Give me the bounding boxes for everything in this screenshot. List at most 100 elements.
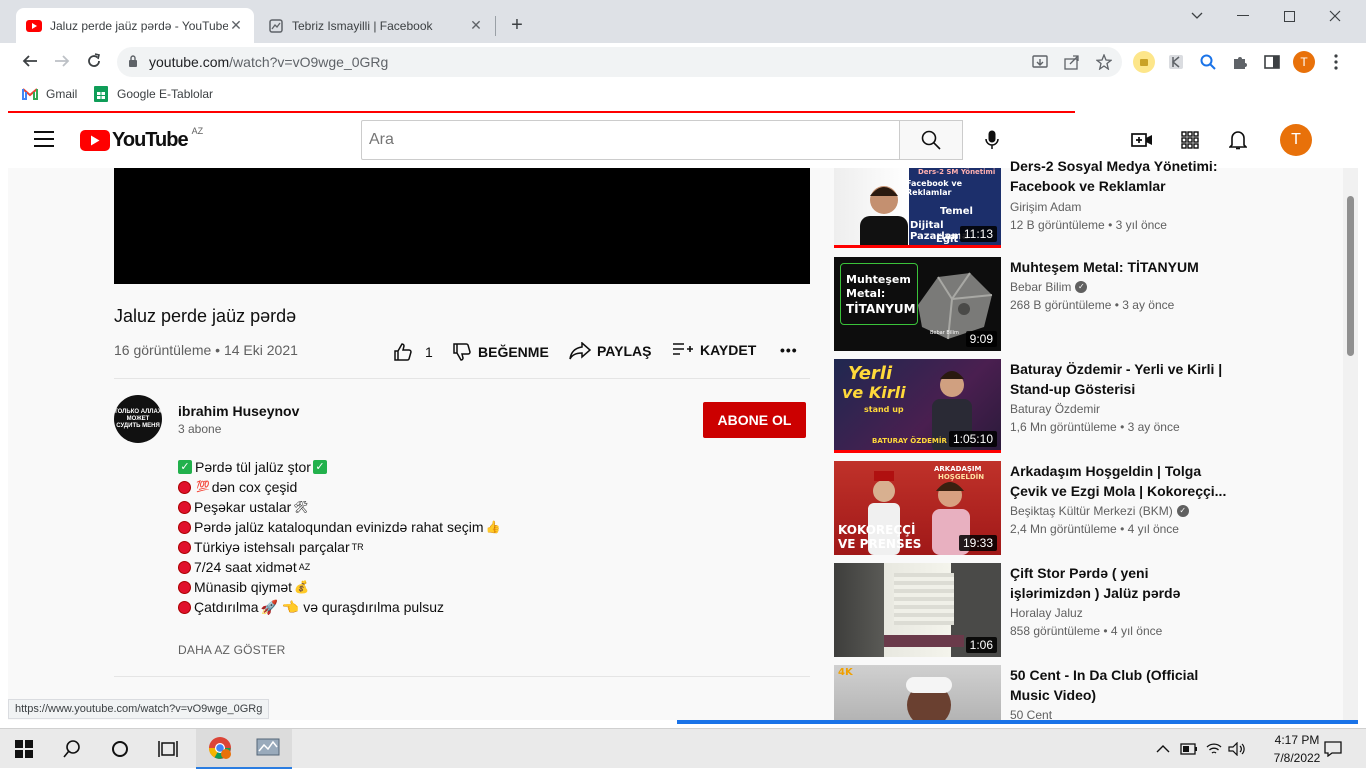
back-button[interactable] bbox=[18, 49, 42, 73]
notifications-bell-icon[interactable] bbox=[1226, 128, 1250, 152]
page-scrollbar[interactable] bbox=[1343, 168, 1358, 720]
recommendation-title[interactable]: Arkadaşım Hoşgeldin | Tolga Çevik ve Ezg… bbox=[1010, 461, 1230, 501]
taskbar-app[interactable] bbox=[244, 729, 292, 769]
extension-k-icon[interactable] bbox=[1165, 51, 1187, 73]
tab-close-icon[interactable]: ✕ bbox=[468, 17, 484, 34]
recommendation-title[interactable]: Baturay Özdemir - Yerli ve Kirli | Stand… bbox=[1010, 359, 1230, 399]
recommendation-item[interactable]: ARKADAŞIM HOŞGELDİN KOKOREÇÇİ VE PRENSES… bbox=[834, 461, 1254, 555]
notifications-icon[interactable] bbox=[1324, 729, 1342, 769]
taskbar-search-button[interactable] bbox=[48, 729, 96, 769]
video-thumbnail[interactable]: Yerli ve Kirli stand up BATURAY ÖZDEMİR … bbox=[834, 359, 1001, 453]
task-view-button[interactable] bbox=[144, 729, 192, 769]
search-extension-icon[interactable] bbox=[1197, 51, 1219, 73]
battery-icon[interactable] bbox=[1180, 729, 1198, 769]
volume-icon[interactable] bbox=[1228, 729, 1246, 769]
video-thumbnail[interactable]: Muhteşem Metal: TİTANYUM Bebar Bilim 9:0… bbox=[834, 257, 1001, 351]
address-bar[interactable]: youtube.com/watch?v=vO9wge_0GRg bbox=[117, 47, 1122, 77]
minimize-button[interactable] bbox=[1220, 0, 1266, 32]
recommendation-channel[interactable]: Beşiktaş Kültür Merkezi (BKM) ✓ bbox=[1010, 504, 1189, 518]
youtube-wordmark: YouTube bbox=[112, 129, 189, 151]
tab-facebook[interactable]: Tebriz Ismayilli | Facebook ✕ bbox=[258, 8, 494, 43]
reload-button[interactable] bbox=[82, 49, 106, 73]
video-description: ✓ Pərdə tül jalüz ştor ✓ 💯 dən cox çeşid Pe… bbox=[178, 457, 502, 617]
start-button[interactable] bbox=[0, 729, 48, 769]
create-video-icon[interactable] bbox=[1130, 128, 1154, 152]
video-thumbnail[interactable]: 4K bbox=[834, 665, 1001, 720]
extensions-puzzle-icon[interactable] bbox=[1229, 51, 1251, 73]
bookmark-star-icon[interactable] bbox=[1094, 52, 1114, 72]
gmail-icon bbox=[22, 86, 38, 102]
youtube-logo[interactable]: YouTube AZ bbox=[80, 125, 204, 152]
network-icon[interactable] bbox=[1206, 729, 1222, 769]
recommendation-title[interactable]: Çift Stor Pərdə ( yeni işlərimizdən ) Ja… bbox=[1010, 563, 1230, 603]
recommendation-channel[interactable]: Bebar Bilim ✓ bbox=[1010, 280, 1088, 294]
maximize-button[interactable] bbox=[1266, 0, 1312, 32]
cortana-circle-icon bbox=[112, 741, 128, 757]
voice-search-button[interactable] bbox=[976, 124, 1008, 156]
thumbs-up-emoji-icon: 👍 bbox=[485, 520, 501, 534]
recommendation-item[interactable]: 4K 50 Cent - In Da Club (Official Music … bbox=[834, 665, 1254, 720]
thumbnail-text: Yerli bbox=[848, 363, 893, 384]
clock-time: 4:17 PM bbox=[1274, 733, 1320, 747]
recommendation-item[interactable]: Muhteşem Metal: TİTANYUM Bebar Bilim 9:0… bbox=[834, 257, 1254, 351]
show-hidden-icons-button[interactable] bbox=[1156, 729, 1170, 769]
save-button[interactable]: KAYDET bbox=[672, 342, 756, 358]
recommendation-title[interactable]: Ders-2 Sosyal Medya Yönetimi: Facebook v… bbox=[1010, 156, 1230, 196]
thumbnail-text: BATURAY ÖZDEMİR bbox=[872, 437, 947, 445]
tools-icon: 🛠 bbox=[293, 500, 309, 514]
tab-search-icon[interactable] bbox=[1174, 0, 1220, 32]
browser-toolbar: youtube.com/watch?v=vO9wge_0GRg T bbox=[0, 43, 1366, 80]
recommendation-item[interactable]: 1:06 Çift Stor Pərdə ( yeni işlərimizdən… bbox=[834, 563, 1254, 657]
bookmark-google-sheets[interactable]: Google E-Tablolar bbox=[93, 86, 213, 102]
like-button[interactable]: 1 bbox=[393, 342, 433, 362]
youtube-favicon-icon bbox=[26, 18, 42, 34]
video-duration: 1:05:10 bbox=[948, 431, 997, 447]
video-thumbnail[interactable]: Ders-2 SM Yönetimi Facebook ve Reklamlar… bbox=[834, 168, 1001, 248]
side-panel-icon[interactable] bbox=[1261, 51, 1283, 73]
show-less-button[interactable]: DAHA AZ GÖSTER bbox=[178, 643, 286, 657]
chrome-menu-icon[interactable] bbox=[1325, 51, 1347, 73]
channel-avatar[interactable]: ТОЛЬКО АЛЛАХ МОЖЕТ СУДИТЬ МЕНЯ bbox=[114, 395, 162, 443]
search-button[interactable] bbox=[899, 120, 963, 160]
dislike-button[interactable]: BEĞENME bbox=[452, 342, 549, 362]
google-sheets-icon bbox=[93, 86, 109, 102]
subscribe-button[interactable]: ABONE OL bbox=[703, 402, 806, 438]
recommendation-channel[interactable]: Baturay Özdemir bbox=[1010, 402, 1100, 416]
red-circle-icon bbox=[178, 580, 191, 594]
verified-check-icon: ✓ bbox=[1176, 505, 1189, 517]
forward-button[interactable] bbox=[50, 49, 74, 73]
new-tab-button[interactable]: + bbox=[506, 14, 528, 36]
recommendation-title[interactable]: 50 Cent - In Da Club (Official Music Vid… bbox=[1010, 665, 1230, 705]
close-window-button[interactable] bbox=[1312, 0, 1358, 32]
recommendation-item[interactable]: Ders-2 SM Yönetimi Facebook ve Reklamlar… bbox=[834, 158, 1254, 248]
recommendation-title[interactable]: Muhteşem Metal: TİTANYUM bbox=[1010, 257, 1230, 277]
page-viewport: YouTube AZ Ara T Jaluz perde jaüz pərdə … bbox=[8, 113, 1358, 720]
share-button[interactable]: PAYLAŞ bbox=[569, 342, 651, 360]
recommendation-channel[interactable]: Horalay Jaluz bbox=[1010, 606, 1083, 620]
account-avatar[interactable]: T bbox=[1280, 124, 1312, 156]
menu-icon[interactable] bbox=[34, 131, 54, 147]
recommendation-channel[interactable]: Girişim Adam bbox=[1010, 200, 1081, 214]
search-input[interactable]: Ara bbox=[361, 120, 900, 160]
profile-avatar[interactable]: T bbox=[1293, 51, 1315, 73]
more-actions-button[interactable]: ••• bbox=[780, 342, 798, 358]
apps-grid-icon[interactable] bbox=[1178, 128, 1202, 152]
video-title: Jaluz perde jaüz pərdə bbox=[114, 306, 297, 326]
tab-close-icon[interactable]: ✕ bbox=[228, 17, 244, 34]
taskbar-chrome[interactable] bbox=[196, 729, 244, 769]
bookmark-gmail[interactable]: Gmail bbox=[22, 86, 77, 102]
system-clock[interactable]: 4:17 PM 7/8/2022 bbox=[1268, 731, 1326, 767]
recommendation-item[interactable]: Yerli ve Kirli stand up BATURAY ÖZDEMİR … bbox=[834, 359, 1254, 453]
share-icon[interactable] bbox=[1062, 52, 1082, 72]
install-app-icon[interactable] bbox=[1030, 52, 1050, 72]
channel-name[interactable]: ibrahim Huseynov bbox=[178, 403, 299, 419]
country-code: AZ bbox=[191, 125, 204, 136]
extension-icon[interactable] bbox=[1133, 51, 1155, 73]
video-thumbnail[interactable]: ARKADAŞIM HOŞGELDİN KOKOREÇÇİ VE PRENSES… bbox=[834, 461, 1001, 555]
scrollbar-thumb[interactable] bbox=[1347, 196, 1354, 356]
recommendation-channel[interactable]: 50 Cent bbox=[1010, 708, 1052, 720]
video-player[interactable] bbox=[114, 168, 810, 284]
cortana-button[interactable] bbox=[96, 729, 144, 769]
video-thumbnail[interactable]: 1:06 bbox=[834, 563, 1001, 657]
tab-youtube[interactable]: Jaluz perde jaüz pərdə - YouTube ✕ bbox=[16, 8, 254, 43]
